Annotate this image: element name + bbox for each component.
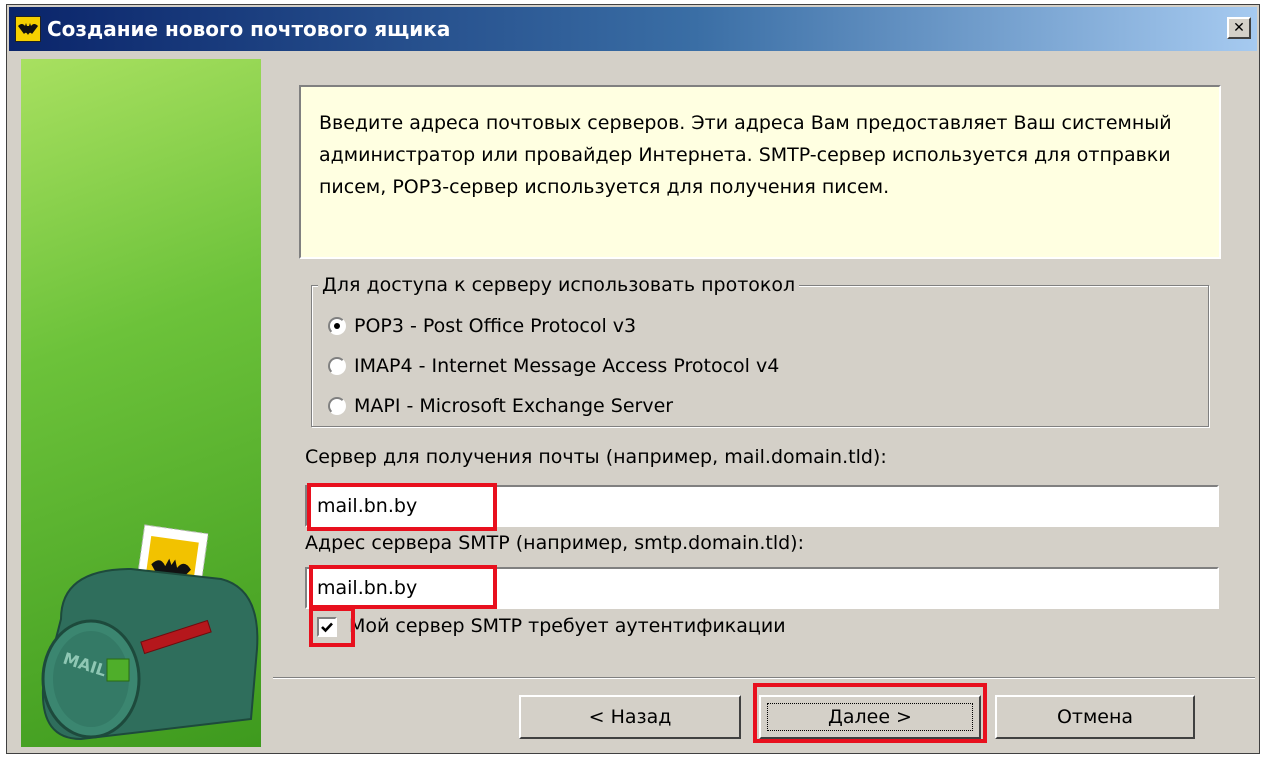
radio-selected-dot <box>334 323 340 329</box>
info-text: Введите адреса почтовых серверов. Эти ад… <box>319 112 1172 198</box>
bat-app-icon <box>15 16 41 42</box>
wizard-sidebar-image: MAIL <box>21 59 261 747</box>
window-title: Создание нового почтового ящика <box>47 17 451 41</box>
smtp-auth-highlight <box>309 607 355 647</box>
cancel-button[interactable]: Отмена <box>995 695 1195 739</box>
radio-button[interactable] <box>328 397 346 415</box>
radio-label[interactable]: IMAP4 - Internet Message Access Protocol… <box>354 352 779 380</box>
incoming-server-highlight <box>307 483 497 531</box>
radio-button[interactable] <box>328 357 346 375</box>
radio-label[interactable]: MAPI - Microsoft Exchange Server <box>354 392 673 420</box>
mailbox-illustration: MAIL <box>41 524 259 741</box>
radio-button[interactable] <box>328 317 346 335</box>
title-bar: Создание нового почтового ящика ✕ <box>9 7 1257 51</box>
smtp-server-highlight <box>309 565 497 609</box>
back-button-label: < Назад <box>588 706 672 728</box>
smtp-auth-label[interactable]: Мой сервер SMTP требует аутентификации <box>349 611 786 641</box>
back-button[interactable]: < Назад <box>519 695 741 739</box>
close-button[interactable]: ✕ <box>1227 17 1251 39</box>
next-button-highlight <box>753 683 987 743</box>
protocol-group: Для доступа к серверу использовать прото… <box>311 272 1209 427</box>
cancel-button-label: Отмена <box>1056 706 1134 728</box>
mailbox-icon: MAIL <box>41 567 259 741</box>
smtp-server-label: Адрес сервера SMTP (например, smtp.domai… <box>305 532 804 554</box>
dialog-window: Создание нового почтового ящика ✕ MAIL В… <box>6 4 1260 754</box>
radio-label[interactable]: POP3 - Post Office Protocol v3 <box>354 312 636 340</box>
close-icon: ✕ <box>1233 20 1245 36</box>
wizard-content: Введите адреса почтовых серверов. Эти ад… <box>273 59 1233 679</box>
info-box: Введите адреса почтовых серверов. Эти ад… <box>299 85 1221 259</box>
incoming-server-label: Сервер для получения почты (например, ma… <box>305 446 887 468</box>
button-separator <box>273 677 1255 679</box>
protocol-group-legend: Для доступа к серверу использовать прото… <box>318 272 800 298</box>
